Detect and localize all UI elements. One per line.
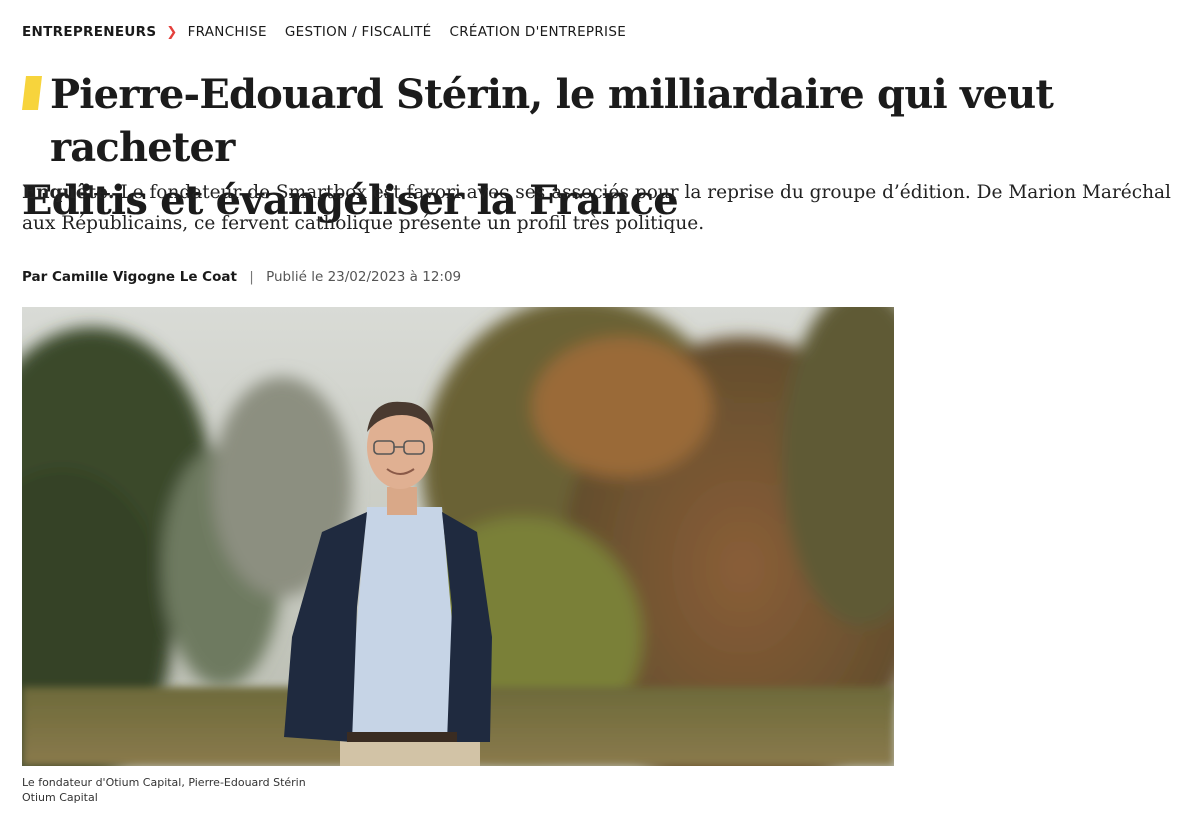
photo-credit: Otium Capital (22, 791, 98, 804)
breadcrumb: ENTREPRENEURS ❯ FRANCHISE GESTION / FISC… (22, 24, 626, 40)
chevron-right-icon: ❯ (166, 24, 178, 40)
article-lede: Enquête. Le fondateur de Smartbox est fa… (22, 177, 1177, 239)
byline-separator: | (249, 269, 254, 285)
article-photo[interactable] (22, 307, 894, 766)
lede-kicker: Enquête. (22, 182, 115, 203)
page-title-line1: Pierre-Edouard Stérin, le milliardaire q… (50, 71, 1054, 171)
publish-date: Publié le 23/02/2023 à 12:09 (266, 269, 462, 285)
breadcrumb-item-creation-entreprise[interactable]: CRÉATION D'ENTREPRISE (449, 24, 626, 40)
lede-text: Le fondateur de Smartbox est favori avec… (22, 182, 1171, 234)
byline: Par Camille Vigogne Le Coat | Publié le … (22, 269, 461, 285)
author-link[interactable]: Par Camille Vigogne Le Coat (22, 269, 237, 285)
breadcrumb-item-entrepreneurs[interactable]: ENTREPRENEURS (22, 24, 156, 40)
photo-caption: Le fondateur d'Otium Capital, Pierre-Edo… (22, 775, 306, 805)
caption-text: Le fondateur d'Otium Capital, Pierre-Edo… (22, 776, 306, 789)
breadcrumb-item-gestion-fiscalite[interactable]: GESTION / FISCALITÉ (285, 24, 432, 40)
photo-illustration (22, 307, 894, 766)
breadcrumb-item-franchise[interactable]: FRANCHISE (188, 24, 267, 40)
